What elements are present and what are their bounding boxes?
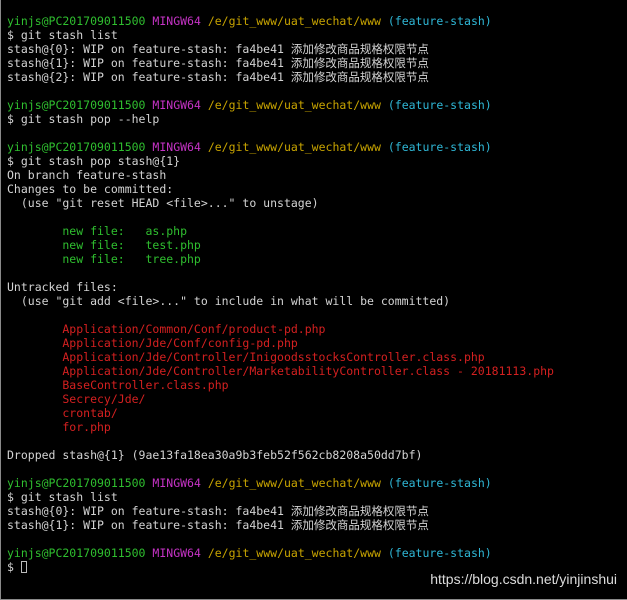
prompt-user-host: yinjs@PC201709011500 <box>7 546 146 560</box>
prompt-symbol: $ <box>7 560 21 574</box>
command-line-text: $ git stash pop stash@{1} <box>7 154 181 168</box>
output-line: stash@{0}: WIP on feature-stash: fa4be41… <box>7 504 554 518</box>
terminal-output: yinjs@PC201709011500 MINGW64 /e/git_www/… <box>7 14 554 574</box>
staged-file-line: new file: as.php <box>7 224 554 238</box>
prompt-msys: MINGW64 <box>152 140 201 154</box>
untracked-file-line: Application/Jde/Conf/config-pd.php <box>7 336 554 350</box>
untracked-file-line: for.php <box>7 420 554 434</box>
prompt-user-host: yinjs@PC201709011500 <box>7 140 146 154</box>
command-line-text: $ git stash list <box>7 28 118 42</box>
prompt-msys: MINGW64 <box>152 546 201 560</box>
untracked-file-line-text: Secrecy/Jde/ <box>7 392 146 406</box>
untracked-file-line: Secrecy/Jde/ <box>7 392 554 406</box>
prompt-line: yinjs@PC201709011500 MINGW64 /e/git_www/… <box>7 14 554 28</box>
prompt-msys: MINGW64 <box>152 98 201 112</box>
output-line: (use "git reset HEAD <file>..." to unsta… <box>7 196 554 210</box>
output-line-text: stash@{0}: WIP on feature-stash: fa4be41… <box>7 42 429 56</box>
watermark-text: https://blog.csdn.net/yinjinshui <box>430 571 617 587</box>
untracked-file-line-text: Application/Jde/Conf/config-pd.php <box>7 336 298 350</box>
prompt-path: /e/git_www/uat_wechat/www <box>207 140 381 154</box>
output-line: stash@{1}: WIP on feature-stash: fa4be41… <box>7 518 554 532</box>
prompt-path: /e/git_www/uat_wechat/www <box>207 546 381 560</box>
prompt-branch: (feature-stash) <box>387 476 492 490</box>
prompt-msys: MINGW64 <box>152 14 201 28</box>
untracked-file-line-text: Application/Jde/Controller/Inigoodsstock… <box>7 350 485 364</box>
prompt-branch: (feature-stash) <box>387 546 492 560</box>
staged-file-line: new file: test.php <box>7 238 554 252</box>
untracked-file-line: BaseController.class.php <box>7 378 554 392</box>
untracked-file-line: Application/Jde/Controller/Marketability… <box>7 364 554 378</box>
prompt-msys: MINGW64 <box>152 476 201 490</box>
output-line: stash@{1}: WIP on feature-stash: fa4be41… <box>7 56 554 70</box>
untracked-file-line-text: crontab/ <box>7 406 118 420</box>
output-line-text: Untracked files: <box>7 280 118 294</box>
output-line-text: stash@{1}: WIP on feature-stash: fa4be41… <box>7 518 429 532</box>
output-line: Changes to be committed: <box>7 182 554 196</box>
prompt-path: /e/git_www/uat_wechat/www <box>207 476 381 490</box>
staged-file-line-text: new file: test.php <box>7 238 201 252</box>
prompt-branch: (feature-stash) <box>387 14 492 28</box>
prompt-line: yinjs@PC201709011500 MINGW64 /e/git_www/… <box>7 546 554 560</box>
untracked-file-line: Application/Jde/Controller/Inigoodsstock… <box>7 350 554 364</box>
dropped-line: Dropped stash@{1} (9ae13fa18ea30a9b3feb5… <box>7 448 554 462</box>
dropped-line-text: Dropped stash@{1} (9ae13fa18ea30a9b3feb5… <box>7 448 423 462</box>
output-line: On branch feature-stash <box>7 168 554 182</box>
untracked-file-line-text: Application/Jde/Controller/Marketability… <box>7 364 554 378</box>
staged-file-line-text: new file: as.php <box>7 224 188 238</box>
output-line-text: Changes to be committed: <box>7 182 174 196</box>
prompt-line: yinjs@PC201709011500 MINGW64 /e/git_www/… <box>7 476 554 490</box>
prompt-path: /e/git_www/uat_wechat/www <box>207 14 381 28</box>
prompt-branch: (feature-stash) <box>387 98 492 112</box>
output-line-text: (use "git add <file>..." to include in w… <box>7 294 451 308</box>
prompt-line: yinjs@PC201709011500 MINGW64 /e/git_www/… <box>7 140 554 154</box>
command-line: $ git stash list <box>7 490 554 504</box>
output-line-text: stash@{2}: WIP on feature-stash: fa4be41… <box>7 70 429 84</box>
prompt-user-host: yinjs@PC201709011500 <box>7 14 146 28</box>
command-line: $ git stash pop stash@{1} <box>7 154 554 168</box>
output-line-text: stash@{0}: WIP on feature-stash: fa4be41… <box>7 504 429 518</box>
command-line-text: $ git stash list <box>7 490 118 504</box>
output-line-text: On branch feature-stash <box>7 168 167 182</box>
command-line: $ git stash pop --help <box>7 112 554 126</box>
untracked-file-line: crontab/ <box>7 406 554 420</box>
command-line: $ git stash list <box>7 28 554 42</box>
prompt-user-host: yinjs@PC201709011500 <box>7 476 146 490</box>
output-line-text: (use "git reset HEAD <file>..." to unsta… <box>7 196 319 210</box>
output-line: stash@{0}: WIP on feature-stash: fa4be41… <box>7 42 554 56</box>
untracked-file-line-text: Application/Common/Conf/product-pd.php <box>7 322 326 336</box>
text-cursor <box>20 561 27 573</box>
output-line: (use "git add <file>..." to include in w… <box>7 294 554 308</box>
output-line-text: stash@{1}: WIP on feature-stash: fa4be41… <box>7 56 429 70</box>
command-line-text: $ git stash pop --help <box>7 112 160 126</box>
untracked-file-line-text: for.php <box>7 420 111 434</box>
output-line: Untracked files: <box>7 280 554 294</box>
terminal-window[interactable]: yinjs@PC201709011500 MINGW64 /e/git_www/… <box>0 0 627 600</box>
prompt-line: yinjs@PC201709011500 MINGW64 /e/git_www/… <box>7 98 554 112</box>
prompt-path: /e/git_www/uat_wechat/www <box>207 98 381 112</box>
output-line: stash@{2}: WIP on feature-stash: fa4be41… <box>7 70 554 84</box>
prompt-user-host: yinjs@PC201709011500 <box>7 98 146 112</box>
prompt-branch: (feature-stash) <box>387 140 492 154</box>
staged-file-line: new file: tree.php <box>7 252 554 266</box>
staged-file-line-text: new file: tree.php <box>7 252 201 266</box>
untracked-file-line: Application/Common/Conf/product-pd.php <box>7 322 554 336</box>
untracked-file-line-text: BaseController.class.php <box>7 378 229 392</box>
